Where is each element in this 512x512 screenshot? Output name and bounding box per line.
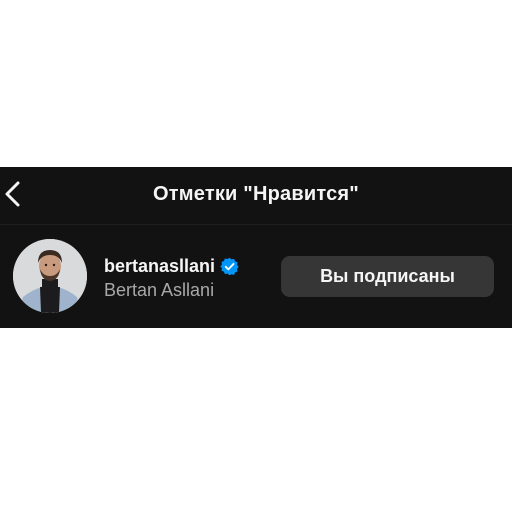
username-line: bertanasllani (104, 255, 239, 277)
page: Отметки "Нравится" bertanasllani Bertan … (0, 0, 512, 512)
header-bar: Отметки "Нравится" (0, 167, 512, 225)
avatar[interactable] (13, 239, 87, 313)
user-info: bertanasllani Bertan Asllani (104, 255, 239, 301)
user-list-item[interactable]: bertanasllani Bertan Asllani Вы подписан… (0, 225, 512, 328)
page-title: Отметки "Нравится" (153, 183, 359, 205)
full-name: Bertan Asllani (104, 280, 215, 300)
following-button[interactable]: Вы подписаны (281, 256, 494, 297)
username[interactable]: bertanasllani (104, 256, 215, 277)
likes-panel: Отметки "Нравится" bertanasllani Bertan … (0, 167, 512, 328)
verified-badge-icon (220, 257, 239, 276)
